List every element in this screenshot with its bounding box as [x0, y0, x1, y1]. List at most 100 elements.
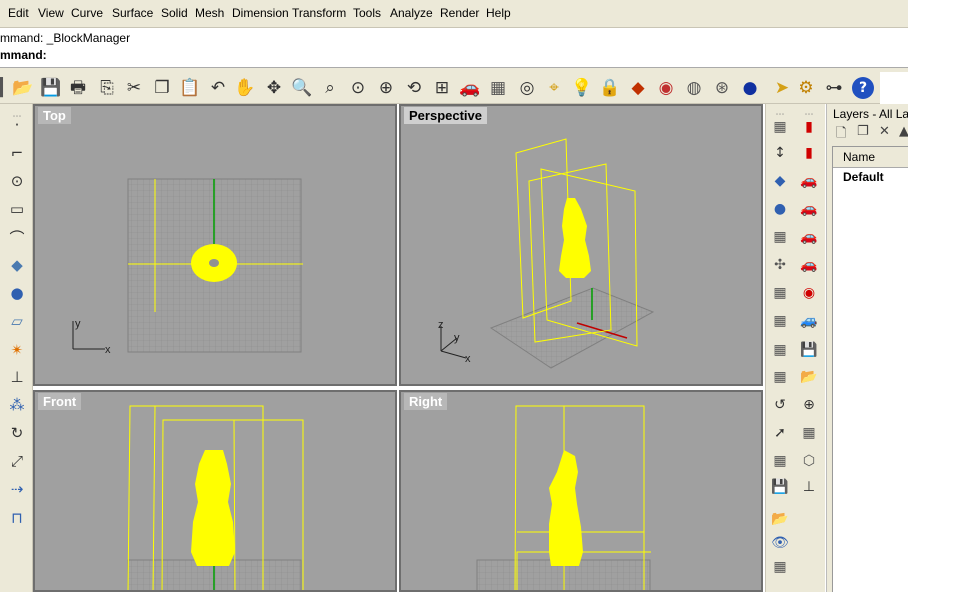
rotate-icon[interactable]: ↻ — [6, 422, 28, 444]
open-icon[interactable]: 📂 — [769, 508, 791, 530]
car-icon[interactable]: 🚗 — [798, 198, 820, 220]
viewport-top[interactable]: x y Top — [33, 104, 397, 386]
undo-view-icon[interactable]: ⟲ — [403, 77, 425, 99]
save-icon[interactable]: 💾 — [40, 77, 62, 99]
grid-plane-icon[interactable]: ▦ — [769, 366, 791, 388]
zoom-selected-icon[interactable]: ⊕ — [375, 77, 397, 99]
polyline-icon[interactable]: ⌐ — [6, 142, 28, 164]
four-viewports-icon[interactable]: ⊞ — [431, 77, 453, 99]
zoom-dynamic-icon[interactable]: 🔍 — [291, 77, 313, 99]
light-bulb-icon[interactable]: 💡 — [571, 77, 593, 99]
menu-transform[interactable]: Transform — [292, 6, 346, 20]
menu-analyze[interactable]: Analyze — [390, 6, 433, 20]
render-object-icon[interactable]: ▮ — [798, 142, 820, 164]
analyze-icon[interactable]: ⊓ — [6, 507, 28, 529]
menu-curve[interactable]: Curve — [71, 6, 103, 20]
menu-surface[interactable]: Surface — [112, 6, 153, 20]
z-arrow-icon[interactable]: ↕ — [769, 142, 791, 164]
pan-hand-icon[interactable]: ✋ — [234, 77, 256, 99]
dress-form-model[interactable] — [191, 450, 235, 566]
grid-options-icon[interactable]: ▦ — [487, 77, 509, 99]
open-icon[interactable]: 📂 — [798, 366, 820, 388]
zoom-extents-icon[interactable]: ⊙ — [347, 77, 369, 99]
car-icon[interactable]: 🚙 — [798, 310, 820, 332]
cube-icon[interactable]: ⬡ — [798, 450, 820, 472]
help-icon[interactable]: ? — [852, 77, 874, 99]
rectangle-icon[interactable]: ▭ — [6, 198, 28, 220]
cut-icon[interactable]: ✂ — [123, 77, 145, 99]
grid-plane-icon[interactable]: ▦ — [798, 422, 820, 444]
menu-mesh[interactable]: Mesh — [195, 6, 224, 20]
menu-edit[interactable]: Edit — [8, 6, 29, 20]
paste-icon[interactable]: 📋 — [179, 77, 201, 99]
menu-view[interactable]: View — [38, 6, 64, 20]
viewport-title-right[interactable]: Right — [404, 393, 448, 410]
menu-solid[interactable]: Solid — [161, 6, 188, 20]
point-snap-icon[interactable]: ◎ — [516, 77, 538, 99]
copy-layer-icon[interactable]: ❐ — [857, 124, 869, 139]
target-icon[interactable]: ⊕ — [798, 394, 820, 416]
mesh-icon[interactable]: ▱ — [6, 310, 28, 332]
copy-icon[interactable]: ❐ — [151, 77, 173, 99]
import-icon[interactable]: ⎘ — [96, 77, 118, 99]
color-wheel-icon[interactable]: ◉ — [655, 77, 677, 99]
curve-icon[interactable]: ⌒ — [6, 226, 28, 248]
menu-dimension[interactable]: Dimension — [232, 6, 289, 20]
grid-plane-icon[interactable]: ▦ — [769, 450, 791, 472]
move-up-icon[interactable]: ▲ — [899, 124, 908, 139]
menu-tools[interactable]: Tools — [353, 6, 381, 20]
scale-icon[interactable]: ⤢ — [6, 450, 28, 472]
array-icon[interactable]: ⁂ — [6, 394, 28, 416]
lock-icon[interactable]: 🔒 — [599, 77, 621, 99]
sphere-solid-icon[interactable]: ● — [769, 198, 791, 220]
zoom-window-icon[interactable]: ⌕ — [319, 77, 341, 99]
render-object-icon[interactable]: ▮ — [798, 116, 820, 138]
grid-plane-icon[interactable]: ▦ — [769, 226, 791, 248]
snap-point-icon[interactable]: ✣ — [769, 254, 791, 276]
shaded-sphere-icon[interactable]: ⊛ — [711, 77, 733, 99]
select-arrow-icon[interactable]: ➚ — [769, 422, 791, 444]
rendered-sphere-icon[interactable]: ● — [739, 77, 761, 99]
car-icon[interactable]: 🚗 — [798, 226, 820, 248]
viewport-perspective[interactable]: x y z Perspective — [399, 104, 763, 386]
circle-icon[interactable]: ⊙ — [6, 170, 28, 192]
layers-column-header[interactable]: Name — [833, 147, 908, 168]
menu-help[interactable]: Help — [486, 6, 511, 20]
viewport-title-top[interactable]: Top — [38, 107, 71, 124]
save-icon[interactable]: 💾 — [798, 339, 820, 361]
rotate-view-icon[interactable]: ✥ — [263, 77, 285, 99]
dimension-icon[interactable]: ⊥ — [6, 366, 28, 388]
save-icon[interactable]: 💾 — [769, 476, 791, 498]
hierarchy-icon[interactable]: ⊶ — [823, 77, 845, 99]
grid-plane-icon[interactable]: ▦ — [769, 116, 791, 138]
viewport-title-front[interactable]: Front — [38, 393, 82, 410]
surface-icon[interactable]: ◆ — [6, 254, 28, 276]
object-snap-icon[interactable]: ⌖ — [543, 77, 565, 99]
new-layer-icon[interactable]: 🗋 — [836, 124, 846, 146]
delete-layer-icon[interactable]: ✕ — [879, 124, 890, 139]
rotate-plane-icon[interactable]: ↺ — [769, 394, 791, 416]
wireframe-sphere-icon[interactable]: ◍ — [683, 77, 705, 99]
layer-row-default[interactable]: Default — [843, 170, 884, 184]
viewport-title-perspective[interactable]: Perspective — [404, 107, 487, 124]
gear-settings-icon[interactable]: ⚙ — [795, 77, 817, 99]
select-cursor-icon[interactable]: ➤ — [771, 77, 793, 99]
box-solid-icon[interactable]: ◆ — [769, 170, 791, 192]
solid-icon[interactable]: ● — [6, 282, 28, 304]
point-icon[interactable]: · — [6, 114, 28, 136]
car-icon[interactable]: 🚗 — [798, 254, 820, 276]
grid-plane-icon[interactable]: ▦ — [769, 556, 791, 578]
layer-icon[interactable]: ◆ — [627, 77, 649, 99]
move-icon[interactable]: ⇢ — [6, 478, 28, 500]
car-icon[interactable]: 🚗 — [459, 77, 481, 99]
open-icon[interactable]: 📂 — [12, 77, 34, 99]
view-eye-icon[interactable]: 👁 — [769, 532, 791, 554]
grid-plane-icon[interactable]: ▦ — [769, 339, 791, 361]
car-icon[interactable]: 🚗 — [798, 170, 820, 192]
menu-render[interactable]: Render — [440, 6, 479, 20]
color-wheel-icon[interactable]: ◉ — [798, 282, 820, 304]
explode-icon[interactable]: ✴ — [6, 339, 28, 361]
dress-form-model[interactable] — [549, 450, 583, 566]
undo-icon[interactable]: ↶ — [207, 77, 229, 99]
print-icon[interactable]: 🖶 — [67, 77, 89, 99]
